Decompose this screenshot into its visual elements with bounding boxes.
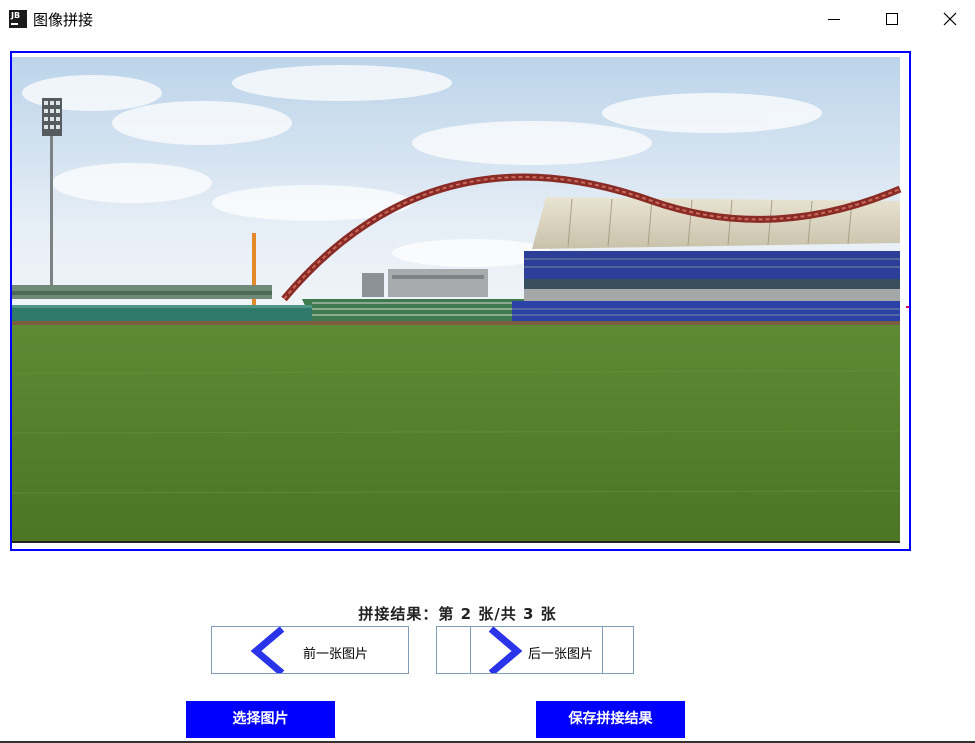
maximize-icon	[886, 13, 898, 25]
stitch-result-status: 拼接结果：第 2 张/共 3 张	[358, 605, 557, 623]
maximize-button[interactable]	[862, 0, 920, 38]
next-image-label: 后一张图片	[528, 647, 594, 662]
close-button[interactable]	[920, 0, 975, 38]
divider	[602, 627, 603, 673]
divider	[470, 627, 471, 673]
next-image-button[interactable]: 后一张图片	[436, 626, 634, 674]
select-images-button[interactable]: 选择图片	[186, 701, 335, 738]
minimize-icon	[828, 19, 840, 20]
window-title: 图像拼接	[33, 11, 94, 29]
prev-image-label: 前一张图片	[303, 647, 369, 662]
app-logo-icon: JB	[9, 10, 27, 28]
prev-image-button[interactable]: 前一张图片	[211, 626, 409, 674]
title-bar: JB 图像拼接	[0, 0, 975, 38]
stitched-image-frame	[10, 51, 911, 551]
marker-tick	[906, 306, 909, 308]
stitched-panorama-image	[12, 53, 909, 549]
save-result-button[interactable]: 保存拼接结果	[536, 701, 685, 738]
minimize-button[interactable]	[804, 0, 862, 38]
chevron-left-icon	[250, 627, 285, 673]
close-icon	[943, 12, 957, 26]
